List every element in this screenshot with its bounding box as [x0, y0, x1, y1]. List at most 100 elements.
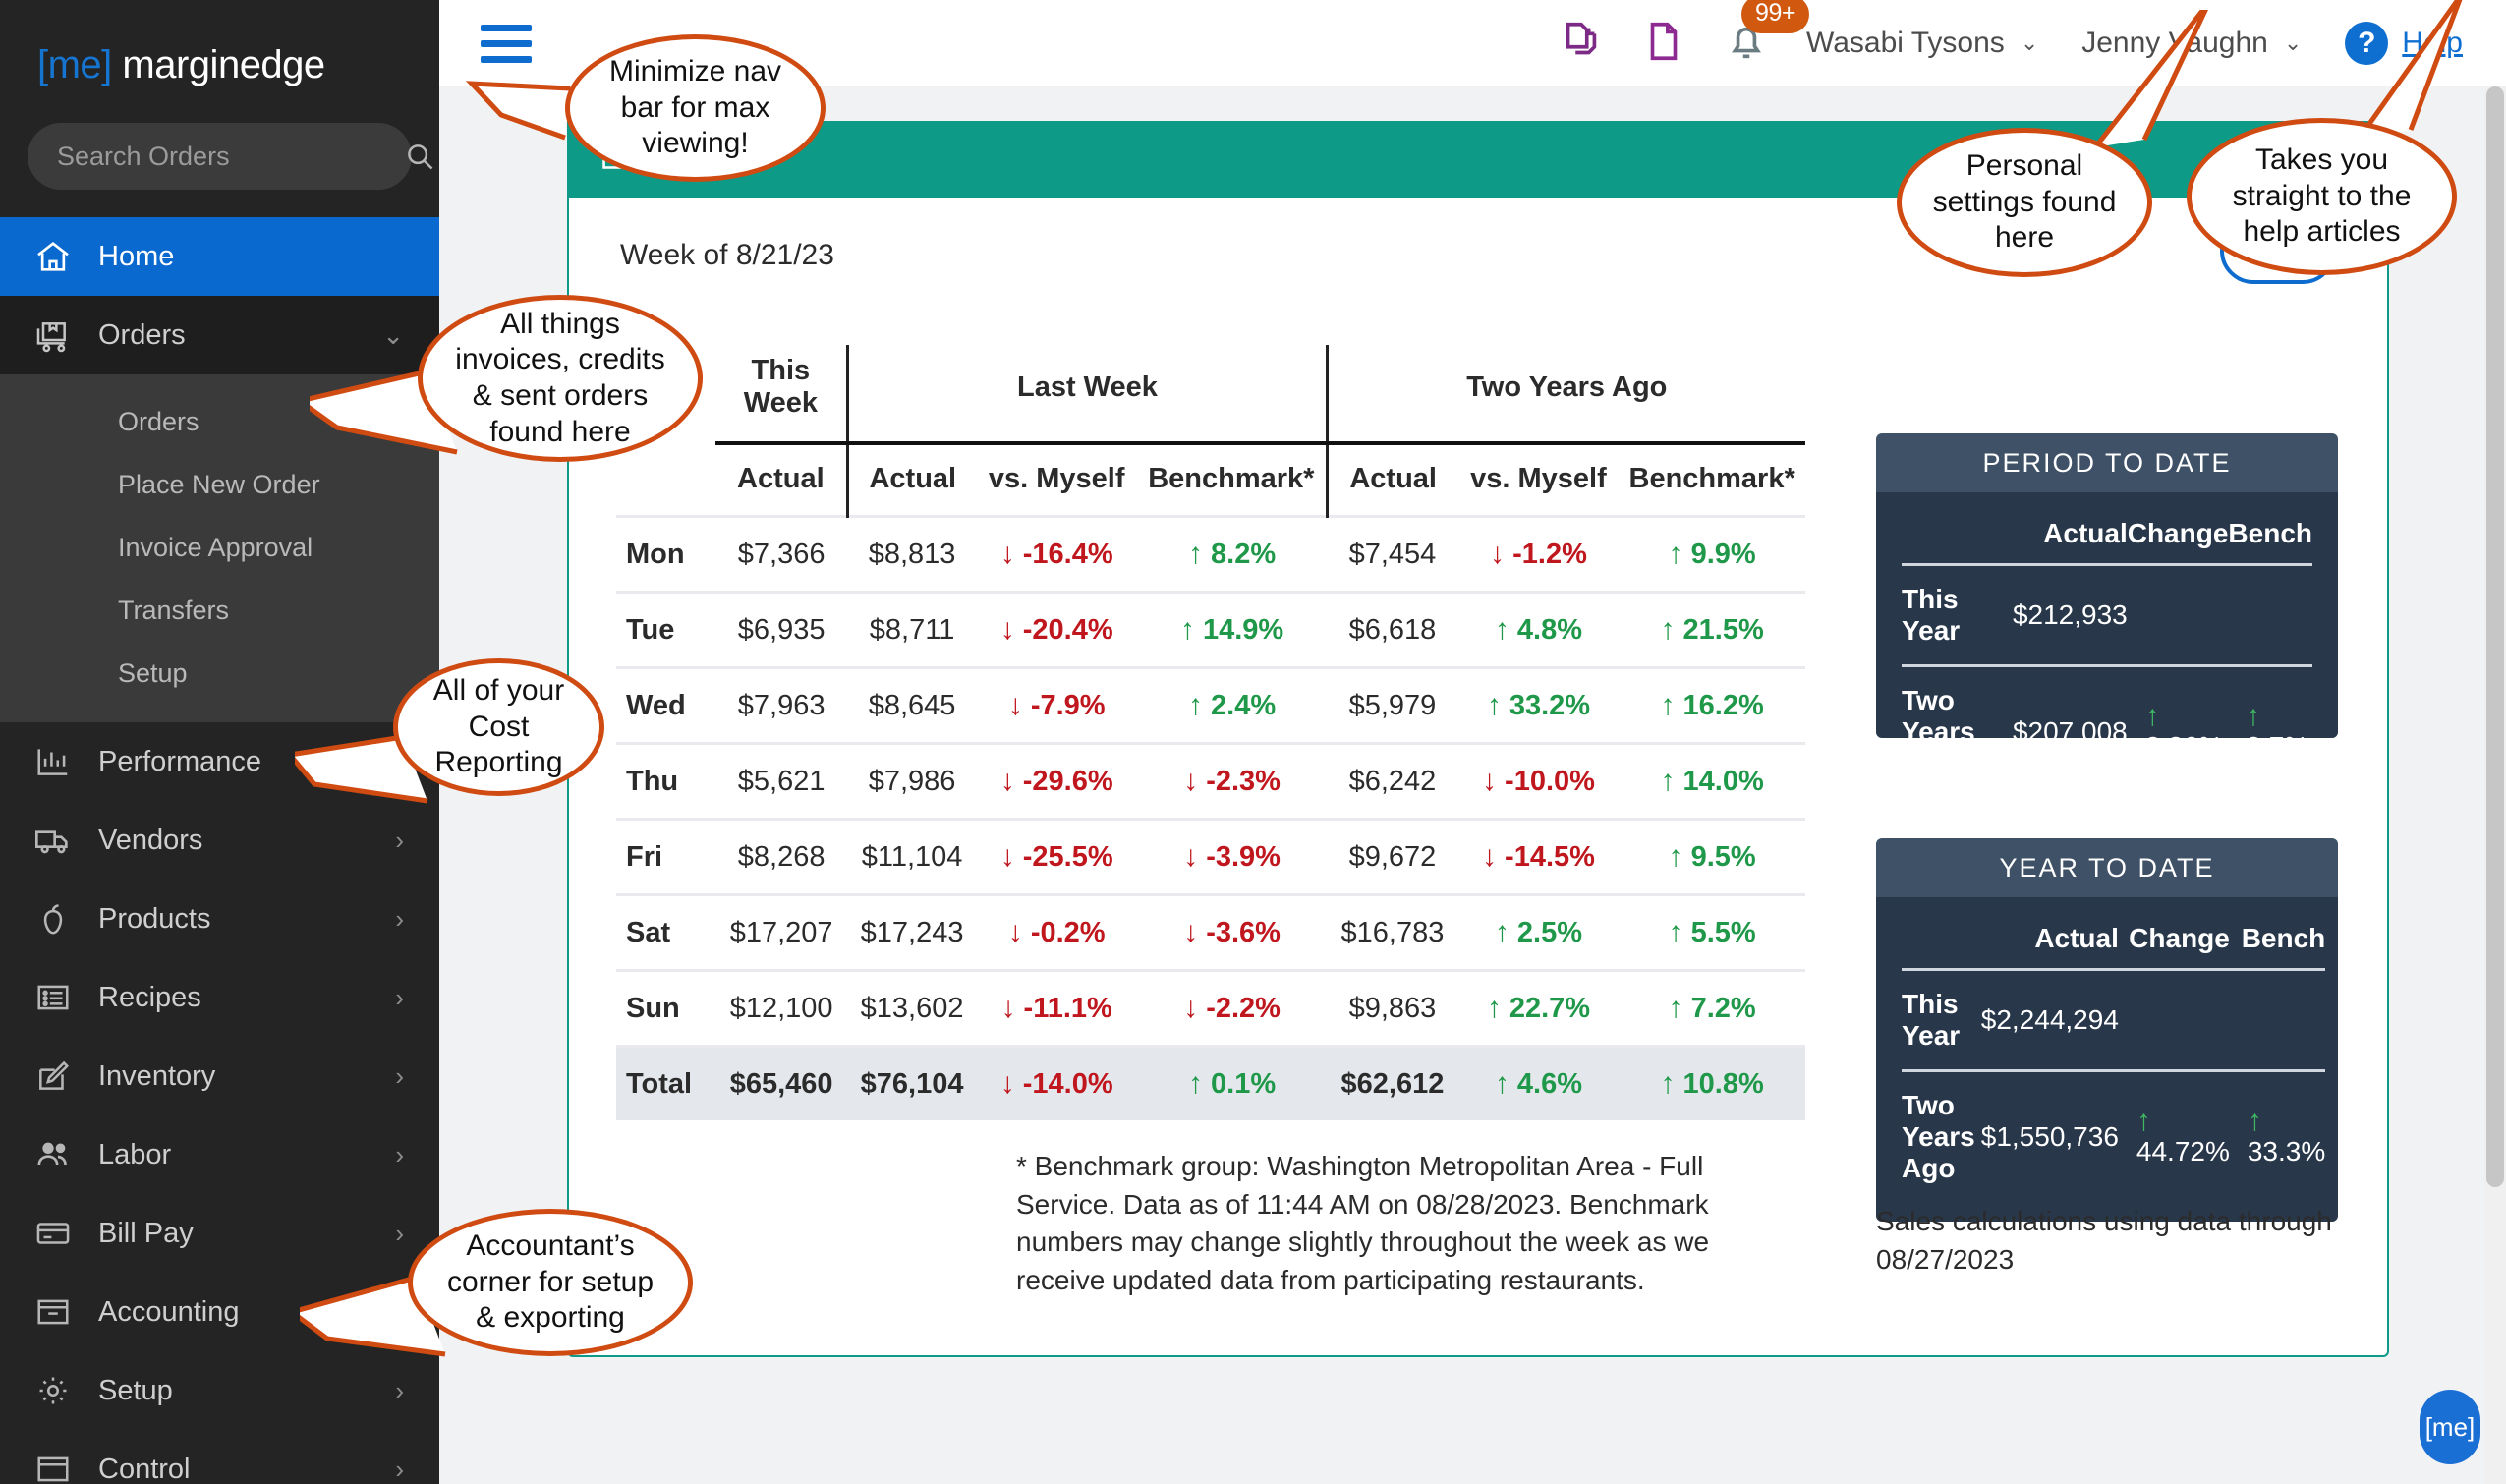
col-two-years-vs-myself: vs. Myself	[1458, 443, 1620, 517]
search-orders-box[interactable]	[28, 123, 412, 190]
ytd-row-two-years-ago: Two Years Ago $1,550,736 ↑44.72% ↑33.3%	[1902, 1071, 2325, 1203]
cell-two-years-benchmark: ↑ 10.8%	[1619, 1047, 1805, 1121]
sidebar-item-labor[interactable]: Labor ›	[0, 1115, 439, 1194]
chart-icon	[31, 740, 75, 783]
sidebar-subitem-label: Invoice Approval	[118, 533, 313, 563]
ptd-label: Two Years Ago	[1902, 666, 2007, 739]
sidebar-subitem-label: Orders	[118, 407, 199, 437]
ptd-bench: ↑8.7%	[2228, 666, 2312, 739]
vertical-scrollbar[interactable]	[2484, 86, 2506, 1484]
cell-two-years-actual: $5,979	[1327, 668, 1458, 744]
ytd-change: ↑44.72%	[2119, 1071, 2230, 1203]
row-day-label: Total	[616, 1047, 715, 1121]
ytd-actual: $2,244,294	[1975, 970, 2119, 1071]
cell-two-years-benchmark: ↑ 14.0%	[1619, 744, 1805, 820]
sidebar-subitem-transfers[interactable]: Transfers	[0, 579, 439, 642]
search-input[interactable]	[57, 142, 405, 172]
cell-two-years-vs-myself: ↓ -10.0%	[1458, 744, 1620, 820]
cell-last-week-benchmark: ↓ -3.9%	[1137, 820, 1327, 895]
sidebar-item-label: Home	[98, 241, 174, 273]
credit-card-icon	[31, 1212, 75, 1255]
cell-last-week-benchmark: ↑ 2.4%	[1137, 668, 1327, 744]
cell-two-years-vs-myself: ↓ -1.2%	[1458, 517, 1620, 593]
callout-bubble: All things invoices, credits & sent orde…	[418, 295, 703, 462]
cell-two-years-actual: $9,863	[1327, 971, 1458, 1047]
col-two-years-actual: Actual	[1327, 443, 1458, 517]
table-row: Sat$17,207$17,243↓ -0.2%↓ -3.6%$16,783↑ …	[616, 895, 1805, 971]
ytd-label: This Year	[1902, 970, 1975, 1071]
period-to-date-card: PERIOD TO DATE Actual Change Bench This …	[1876, 433, 2338, 738]
chevron-right-icon: ›	[395, 1140, 404, 1170]
cell-last-week-benchmark: ↓ -2.2%	[1137, 971, 1327, 1047]
table-row: Wed$7,963$8,645↓ -7.9%↑ 2.4%$5,979↑ 33.2…	[616, 668, 1805, 744]
restaurant-selector[interactable]: Wasabi Tysons ⌄	[1806, 27, 2038, 60]
brand-logo[interactable]: [me] marginedge	[0, 0, 439, 87]
search-icon	[405, 142, 434, 171]
sidebar-item-inventory[interactable]: Inventory ›	[0, 1037, 439, 1115]
callout-text: All things invoices, credits & sent orde…	[448, 307, 672, 450]
ytd-col-change: Change	[2119, 923, 2230, 970]
callout-minimize-nav: Minimize nav bar for max viewing!	[565, 34, 826, 182]
sales-table-body: Mon$7,366$8,813↓ -16.4%↑ 8.2%$7,454↓ -1.…	[616, 517, 1805, 1121]
cell-last-week-vs-myself: ↓ -25.5%	[976, 820, 1137, 895]
cell-last-week-vs-myself: ↓ -14.0%	[976, 1047, 1137, 1121]
cell-last-week-vs-myself: ↓ -0.2%	[976, 895, 1137, 971]
gear-icon	[31, 1369, 75, 1412]
group-header-last-week: Last Week	[848, 345, 1327, 443]
cell-last-week-actual: $11,104	[848, 820, 977, 895]
col-last-week-benchmark: Benchmark*	[1137, 443, 1327, 517]
benchmark-footnote: * Benchmark group: Washington Metropolit…	[1016, 1148, 1714, 1300]
cell-two-years-actual: $7,454	[1327, 517, 1458, 593]
sidebar-item-home[interactable]: Home	[0, 217, 439, 296]
ptd-row-two-years-ago: Two Years Ago $207,008 ↑2.86% ↑8.7%	[1902, 666, 2312, 739]
archive-icon	[31, 1290, 75, 1334]
cell-two-years-actual: $62,612	[1327, 1047, 1458, 1121]
cell-last-week-actual: $76,104	[848, 1047, 977, 1121]
sidebar-item-label: Products	[98, 903, 210, 936]
col-last-week-actual: Actual	[848, 443, 977, 517]
sidebar-item-label: Vendors	[98, 825, 202, 857]
ptd-col-change: Change	[2128, 518, 2229, 565]
notification-bell-icon[interactable]: 99+	[1724, 19, 1769, 69]
cell-two-years-vs-myself: ↑ 33.2%	[1458, 668, 1620, 744]
brand-name: marginedge	[122, 43, 324, 86]
cell-this-week-actual: $17,207	[715, 895, 848, 971]
up-arrow-icon: ↑	[2136, 1107, 2230, 1136]
cell-two-years-actual: $6,242	[1327, 744, 1458, 820]
cell-last-week-benchmark: ↓ -3.6%	[1137, 895, 1327, 971]
sales-calc-note: Sales calculations using data through 08…	[1876, 1202, 2338, 1279]
col-two-years-benchmark: Benchmark*	[1619, 443, 1805, 517]
callout-bubble: Accountant’s corner for setup & exportin…	[408, 1209, 693, 1356]
row-day-label: Sat	[616, 895, 715, 971]
sidebar-item-label: Setup	[98, 1375, 173, 1407]
callout-bubble: Minimize nav bar for max viewing!	[565, 34, 826, 182]
table-group-header-row: This Week Last Week Two Years Ago	[616, 345, 1805, 443]
cell-last-week-benchmark: ↑ 8.2%	[1137, 517, 1327, 593]
sidebar-subitem-label: Place New Order	[118, 470, 320, 500]
chat-widget-button[interactable]: [me]	[2420, 1390, 2480, 1464]
chevron-right-icon: ›	[395, 1061, 404, 1092]
cell-last-week-benchmark: ↑ 0.1%	[1137, 1047, 1327, 1121]
sidebar-item-label: Labor	[98, 1139, 171, 1171]
cell-this-week-actual: $7,963	[715, 668, 848, 744]
ptd-row-this-year: This Year $212,933	[1902, 565, 2312, 666]
year-to-date-title: YEAR TO DATE	[1876, 838, 2338, 897]
sidebar-item-label: Inventory	[98, 1060, 215, 1093]
apple-icon	[31, 897, 75, 941]
control-icon	[31, 1448, 75, 1484]
copy-documents-icon[interactable]	[1559, 19, 1604, 69]
cell-this-week-actual: $6,935	[715, 593, 848, 668]
document-icon[interactable]	[1641, 19, 1686, 69]
cell-this-week-actual: $5,621	[715, 744, 848, 820]
sidebar-item-label: Bill Pay	[98, 1218, 194, 1250]
scrollbar-thumb[interactable]	[2486, 86, 2504, 1187]
cell-two-years-actual: $16,783	[1327, 895, 1458, 971]
orders-icon	[31, 314, 75, 357]
ytd-bench: ↑33.3%	[2230, 1071, 2325, 1203]
chevron-right-icon: ›	[395, 983, 404, 1013]
cell-this-week-actual: $65,460	[715, 1047, 848, 1121]
sidebar-item-recipes[interactable]: Recipes ›	[0, 958, 439, 1037]
group-header-two-years-ago: Two Years Ago	[1327, 345, 1805, 443]
cell-two-years-benchmark: ↑ 9.9%	[1619, 517, 1805, 593]
cell-two-years-benchmark: ↑ 21.5%	[1619, 593, 1805, 668]
